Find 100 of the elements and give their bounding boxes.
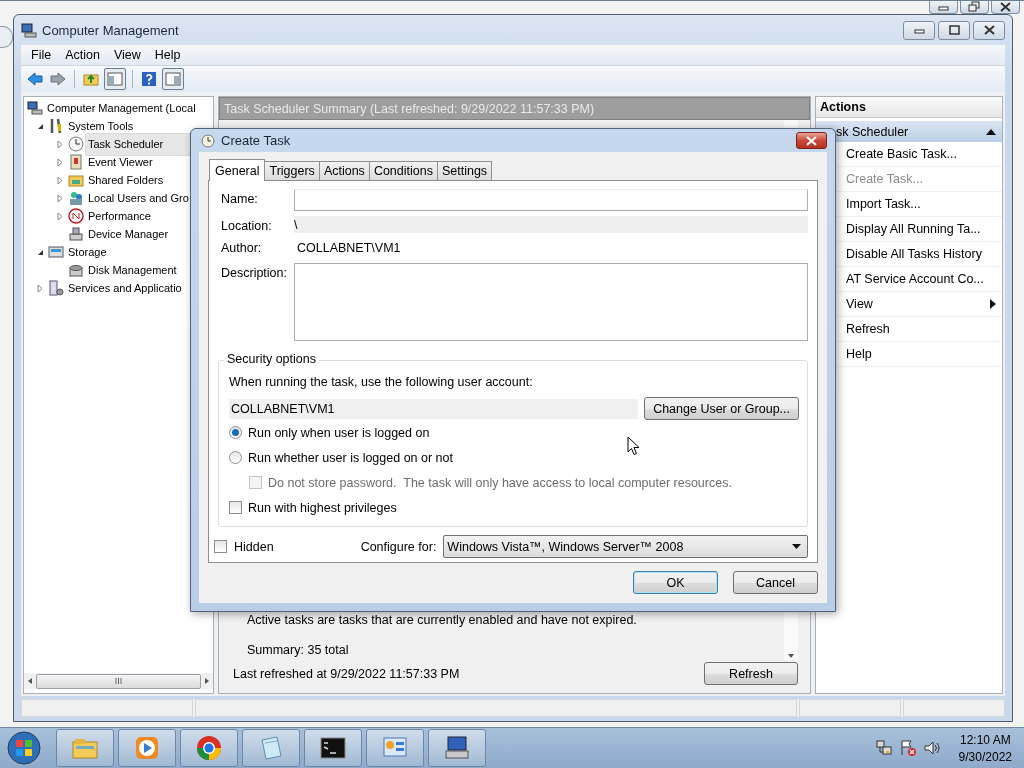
section-header[interactable]: sk Scheduler	[816, 121, 1002, 142]
back-arrow-icon	[27, 71, 43, 87]
maximize-button[interactable]	[938, 20, 970, 40]
dialog-button[interactable]: OK	[633, 571, 718, 594]
change-user-button[interactable]: Change User or Group...	[644, 397, 799, 420]
radio-button[interactable]	[229, 426, 242, 439]
scroll-right-icon[interactable]	[203, 677, 211, 685]
taskbar-button[interactable]	[304, 729, 362, 767]
scroll-left-icon[interactable]	[26, 677, 34, 685]
tab[interactable]: Actions	[318, 161, 370, 180]
collapsed-arrow-icon[interactable]	[36, 283, 45, 293]
flag-error-icon[interactable]	[898, 739, 917, 757]
command-link[interactable]: Help	[846, 347, 996, 361]
terminal-icon	[319, 734, 347, 762]
pane-button[interactable]	[162, 68, 184, 90]
description-field[interactable]	[294, 263, 808, 341]
field-label: Description:	[221, 265, 288, 280]
refresh-button[interactable]: Refresh	[704, 662, 798, 685]
back-arrow-button[interactable]	[25, 69, 45, 89]
dropdown[interactable]: Windows Vista™, Windows Server™ 2008	[443, 535, 808, 558]
summary-text: Summary: 35 total	[247, 643, 350, 657]
tab[interactable]: General	[209, 159, 266, 181]
command-link[interactable]: Display All Running Ta...	[846, 222, 996, 236]
collapsed-arrow-icon[interactable]	[56, 157, 65, 167]
tab[interactable]: Conditions	[368, 161, 438, 180]
field-label: Location:	[221, 218, 273, 233]
refresh-status-text: Last refreshed at 9/29/2022 11:57:33 PM	[233, 666, 460, 681]
close-button[interactable]	[973, 20, 1005, 40]
command-link[interactable]: Create Basic Task...	[846, 147, 996, 161]
tree-item[interactable]: Disk Management	[85, 263, 180, 277]
field-label: Name:	[221, 191, 259, 206]
dropdown-arrow-icon	[792, 544, 801, 549]
scrollbar-thumb[interactable]	[36, 673, 201, 689]
pane-icon	[107, 71, 123, 87]
prompt-text: When running the task, use the following user account:	[229, 375, 534, 389]
menu-item[interactable]: View	[107, 47, 147, 63]
radio-button[interactable]	[229, 451, 242, 464]
tools-icon	[48, 118, 64, 134]
storage-icon	[48, 244, 64, 260]
tree-item[interactable]: Local Users and Gro	[85, 191, 192, 205]
help-button[interactable]	[139, 69, 159, 89]
clock[interactable]: 12:10 AM 9/30/2022	[958, 732, 1012, 764]
close-button[interactable]	[796, 132, 827, 149]
network-icon[interactable]	[874, 739, 893, 757]
menu-item[interactable]: Help	[148, 47, 187, 63]
collapsed-arrow-icon[interactable]	[56, 139, 65, 149]
checkbox[interactable]	[214, 540, 227, 553]
log-icon	[68, 154, 84, 170]
command-link[interactable]: AT Service Account Co...	[846, 272, 996, 286]
group-title: Security options	[224, 352, 319, 366]
tree-item[interactable]: Performance	[85, 209, 154, 223]
close-button[interactable]	[991, 1, 1020, 14]
grip-icon	[115, 678, 122, 684]
dialog-title: Create Task	[221, 133, 291, 148]
collapsed-arrow-icon[interactable]	[56, 193, 65, 203]
checkbox-label: Hidden	[234, 539, 274, 554]
tab[interactable]: Triggers	[264, 161, 320, 180]
collapsed-arrow-icon[interactable]	[56, 211, 65, 221]
command-link[interactable]: View	[846, 297, 990, 311]
forward-arrow-icon	[50, 71, 66, 87]
pane-header: Task Scheduler Summary (Last refreshed: 9/29/2022 11:57:33 PM)	[219, 97, 810, 120]
start-button[interactable]	[4, 729, 44, 767]
close-icon	[805, 135, 818, 146]
speaker-icon[interactable]	[922, 739, 941, 757]
minimize-button[interactable]	[929, 1, 958, 14]
collapsed-arrow-icon[interactable]	[56, 175, 65, 185]
scroll-down-icon[interactable]	[787, 652, 795, 660]
pane-icon	[165, 71, 181, 87]
window-title: Computer Management	[42, 22, 179, 38]
tree-item[interactable]: Storage	[65, 245, 110, 259]
option-label: Run only when user is logged on	[248, 425, 430, 440]
taskbar-button[interactable]	[428, 729, 486, 767]
restore-button[interactable]	[960, 1, 989, 14]
forward-arrow-button[interactable]	[48, 69, 68, 89]
tree-item[interactable]: Event Viewer	[85, 155, 156, 169]
gauge-icon	[68, 208, 84, 224]
tab[interactable]: Settings	[436, 161, 493, 180]
dialog-button[interactable]: Cancel	[733, 571, 818, 594]
tree-item[interactable]: Computer Management (Local	[44, 101, 199, 115]
field-label: Configure for:	[360, 539, 437, 554]
folder-icon	[68, 172, 84, 188]
option-label: Do not store password. The task will only have access to local computer resources.	[268, 475, 732, 490]
pane-button[interactable]	[104, 68, 126, 90]
command-link[interactable]: Disable All Tasks History	[846, 247, 996, 261]
minimize-button[interactable]	[903, 20, 935, 40]
checkbox[interactable]	[229, 501, 242, 514]
tree-item[interactable]: Shared Folders	[85, 173, 167, 187]
command-link[interactable]: Import Task...	[846, 197, 996, 211]
tree-item[interactable]: Device Manager	[85, 227, 172, 241]
media-player-icon	[133, 734, 161, 762]
tree-item[interactable]: Services and Applicatio	[65, 281, 185, 295]
input-field[interactable]	[294, 189, 808, 211]
menu-item[interactable]: Action	[59, 47, 106, 63]
tree-item[interactable]: System Tools	[65, 119, 137, 133]
command-link[interactable]: Refresh	[846, 322, 996, 336]
maximize-icon	[946, 24, 962, 36]
location-field: \	[294, 216, 808, 233]
menu-item[interactable]: File	[25, 47, 58, 63]
start-orb-icon	[7, 731, 41, 765]
server-icon	[48, 280, 64, 296]
